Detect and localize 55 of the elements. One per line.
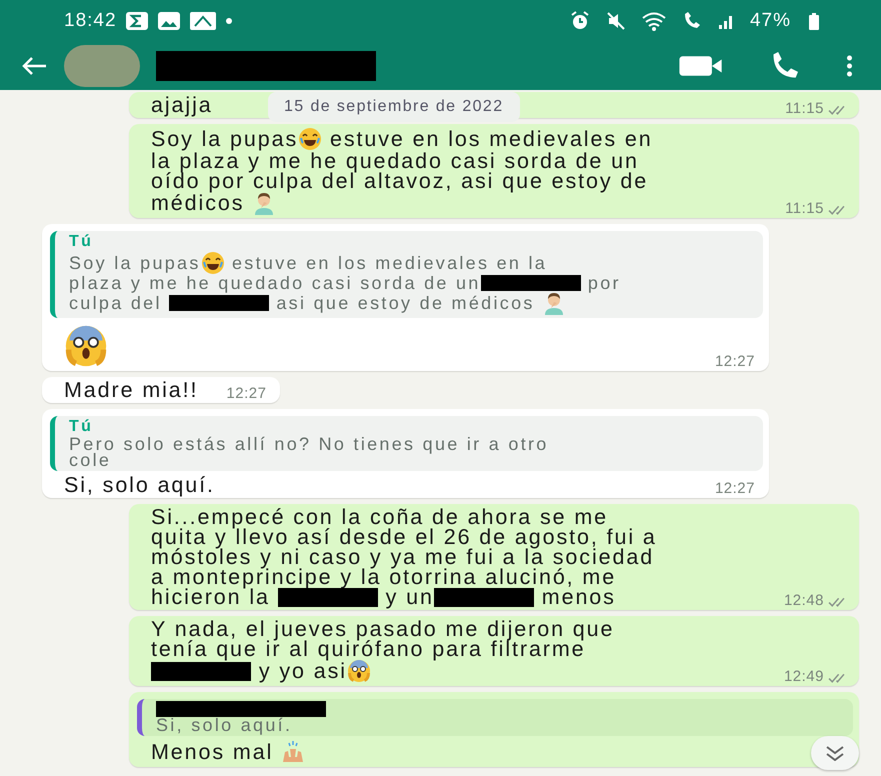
battery-icon xyxy=(807,11,821,31)
quoted-text: plaza y me he quedado casi sorda de un xyxy=(69,275,481,291)
date-chip: 15 de septiembre de 2022 xyxy=(268,92,520,122)
message-time: 11:15 xyxy=(785,200,824,218)
message-text: oído por culpa del altavoz, asi que estoy de xyxy=(151,171,648,191)
message-text: y yo asi xyxy=(258,661,347,681)
laughing-face-icon xyxy=(298,127,322,151)
message-text: tenía que ir al quirófano para filtrarme xyxy=(151,639,586,659)
status-time: 18:42 xyxy=(64,8,117,33)
double-chevron-down-icon xyxy=(825,745,845,761)
mute-icon xyxy=(606,11,626,31)
message-text: quita y llevo así desde el 26 de agosto, fui a xyxy=(151,527,657,547)
raised-hands-icon xyxy=(281,740,306,764)
scroll-down-button[interactable] xyxy=(811,736,859,770)
quoted-text: cole xyxy=(69,452,112,468)
message-text: Si, solo aquí. xyxy=(64,475,215,495)
quoted-text: culpa del xyxy=(69,295,163,311)
quote-author: Tú xyxy=(69,418,94,436)
message-text: hicieron la xyxy=(151,587,270,607)
message-text: Menos mal xyxy=(151,742,274,762)
quoted-text: Soy la pupas xyxy=(69,255,201,271)
alarm-icon xyxy=(570,11,590,31)
quoted-text: por xyxy=(586,275,621,291)
message-text: móstoles y ni caso y ya me fui a la sociedad xyxy=(151,547,654,567)
more-options-icon[interactable] xyxy=(846,55,853,77)
sigma-notification-icon xyxy=(124,11,149,31)
dot-icon xyxy=(224,17,233,25)
message-text: a monteprincipe y la otorrina alucinó, me xyxy=(151,567,616,587)
message-text: ajajja xyxy=(151,95,213,115)
message-time: 12:48 xyxy=(784,592,824,610)
message-time: 11:15 xyxy=(785,100,824,118)
message-text: Si...empecé con la coña de ahora se me xyxy=(151,507,608,527)
message-time: 12:27 xyxy=(714,353,755,371)
battery-percent: 47% xyxy=(750,8,791,33)
laughing-face-icon xyxy=(200,251,225,275)
shocked-face-icon xyxy=(346,659,371,683)
message-text: y un xyxy=(384,587,434,607)
quoted-text: estuve en los medievales en la xyxy=(230,255,548,271)
quoted-text: Si, solo aquí. xyxy=(156,717,292,733)
message-text: estuve en los medievales en xyxy=(328,129,653,149)
message-text: Y nada, el jueves pasado me dijeron que xyxy=(151,619,614,639)
message-text: médicos xyxy=(151,193,246,213)
message-text: menos xyxy=(542,587,616,607)
message-text: la plaza y me he quedado casi sorda de un xyxy=(151,151,639,171)
wifi-icon xyxy=(642,11,666,31)
message-text: Madre mia!! xyxy=(64,380,198,400)
quote-author: Tú xyxy=(69,233,94,251)
message-time: 12:49 xyxy=(784,668,824,686)
message-text: Soy la pupas xyxy=(151,129,298,149)
image-icon xyxy=(156,11,181,31)
shocked-face-icon xyxy=(64,324,108,368)
message-time: 12:27 xyxy=(226,385,266,403)
quoted-text: Pero solo estás allí no? No tienes que ir a otro xyxy=(69,436,549,452)
message-time: 12:27 xyxy=(714,480,755,498)
quoted-text: asi que estoy de médicos xyxy=(275,295,536,311)
